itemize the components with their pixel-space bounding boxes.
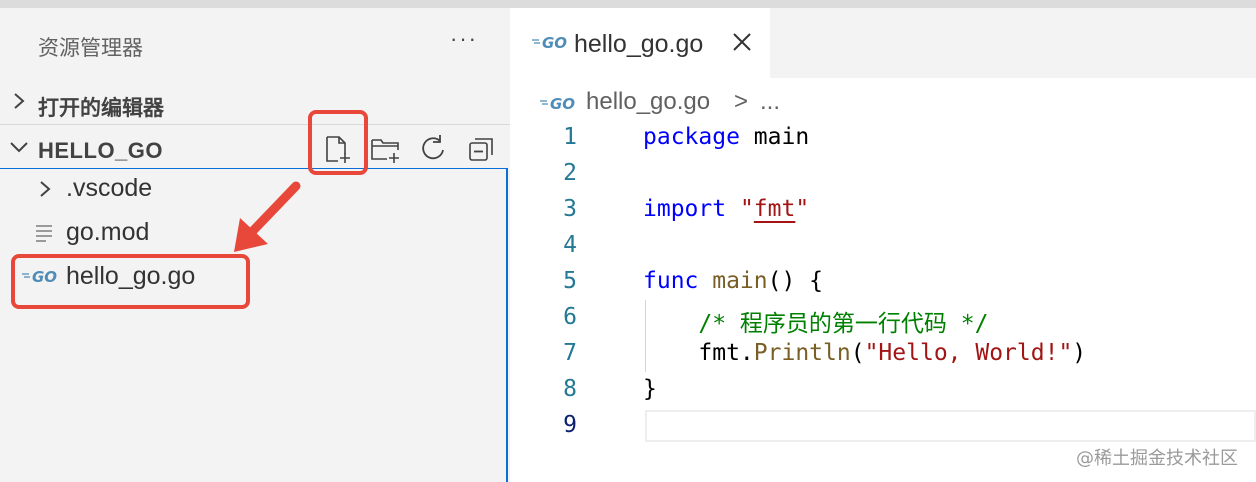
new-folder-icon[interactable] (370, 134, 400, 164)
code-line: 7 fmt.Println("Hello, World!") (510, 336, 1256, 372)
svg-text:GO: GO (550, 95, 575, 111)
tab-label: hello_go.go (574, 30, 704, 58)
line-number: 6 (563, 304, 577, 330)
chevron-right-icon (40, 181, 51, 197)
comment-token: /* 程序员的第一行代码 */ (643, 311, 989, 337)
section-divider (0, 124, 510, 125)
editor-tab-bar: GO hello_go.go (510, 8, 1256, 78)
window-top-strip (0, 0, 1256, 8)
identifier-token: fmt. (643, 340, 754, 366)
explorer-title: 资源管理器 (38, 36, 143, 60)
breadcrumb-separator: > (734, 88, 749, 115)
arrow-annotation-icon (234, 181, 301, 252)
string-quote-token: " (726, 196, 754, 222)
breadcrumb-more[interactable]: ... (760, 88, 780, 116)
code-line: 8 } (510, 372, 1256, 408)
svg-text:GO: GO (542, 34, 567, 50)
function-token: main (698, 268, 768, 294)
identifier-token: main (739, 124, 810, 150)
line-number: 8 (563, 376, 577, 402)
chevron-right-icon (14, 93, 25, 109)
punctuation-token: () { (767, 268, 824, 294)
keyword-token: import (643, 196, 727, 222)
go-file-icon: GO (532, 34, 567, 50)
punctuation-token: ) (1072, 340, 1087, 366)
new-file-highlight-box (308, 110, 368, 175)
breadcrumb-file[interactable]: hello_go.go (586, 88, 710, 116)
string-token: "Hello, World!" (864, 340, 1073, 366)
line-number: 2 (563, 160, 577, 186)
code-line: 1 package main (510, 120, 1256, 156)
line-number: 4 (563, 232, 577, 258)
more-actions-icon[interactable]: ··· (450, 26, 478, 52)
tree-item-label: go.mod (66, 218, 150, 246)
code-line: 6 /* 程序员的第一行代码 */ (510, 300, 1256, 337)
line-number: 7 (563, 340, 577, 366)
file-highlight-box (11, 254, 250, 309)
code-editor[interactable]: 1 package main 2 3 import "fmt" 4 5 func… (510, 120, 1256, 482)
code-line: 2 (510, 156, 1256, 192)
go-file-icon: GO (540, 95, 575, 111)
chevron-down-icon (10, 142, 28, 153)
code-line: 3 import "fmt" (510, 192, 1256, 228)
tree-item-label: .vscode (66, 174, 153, 202)
folder-label: HELLO_GO (38, 138, 164, 163)
line-number: 3 (563, 196, 577, 222)
close-icon[interactable] (730, 30, 754, 54)
punctuation-token: ( (850, 340, 865, 366)
file-lines-icon (36, 225, 52, 242)
line-number: 5 (563, 268, 577, 294)
line-number: 9 (563, 412, 577, 438)
code-line: 9 (510, 408, 1256, 444)
function-token: Println (753, 340, 851, 366)
string-token: fmt (753, 196, 796, 222)
keyword-token: package (643, 124, 740, 150)
indent-guide (645, 300, 646, 372)
punctuation-token: } (643, 376, 657, 402)
string-quote-token: " (795, 196, 810, 222)
refresh-icon[interactable] (418, 134, 448, 164)
keyword-token: func (643, 268, 699, 294)
open-editors-section[interactable]: 打开的编辑器 (0, 84, 510, 124)
code-line: 5 func main() { (510, 264, 1256, 300)
line-number: 1 (563, 124, 577, 150)
collapse-all-icon[interactable] (467, 134, 497, 164)
open-editors-label: 打开的编辑器 (38, 96, 164, 120)
code-line: 4 (510, 228, 1256, 264)
watermark: @稀土掘金技术社区 (1076, 448, 1238, 469)
tab-hello-go[interactable]: GO hello_go.go (510, 8, 770, 78)
